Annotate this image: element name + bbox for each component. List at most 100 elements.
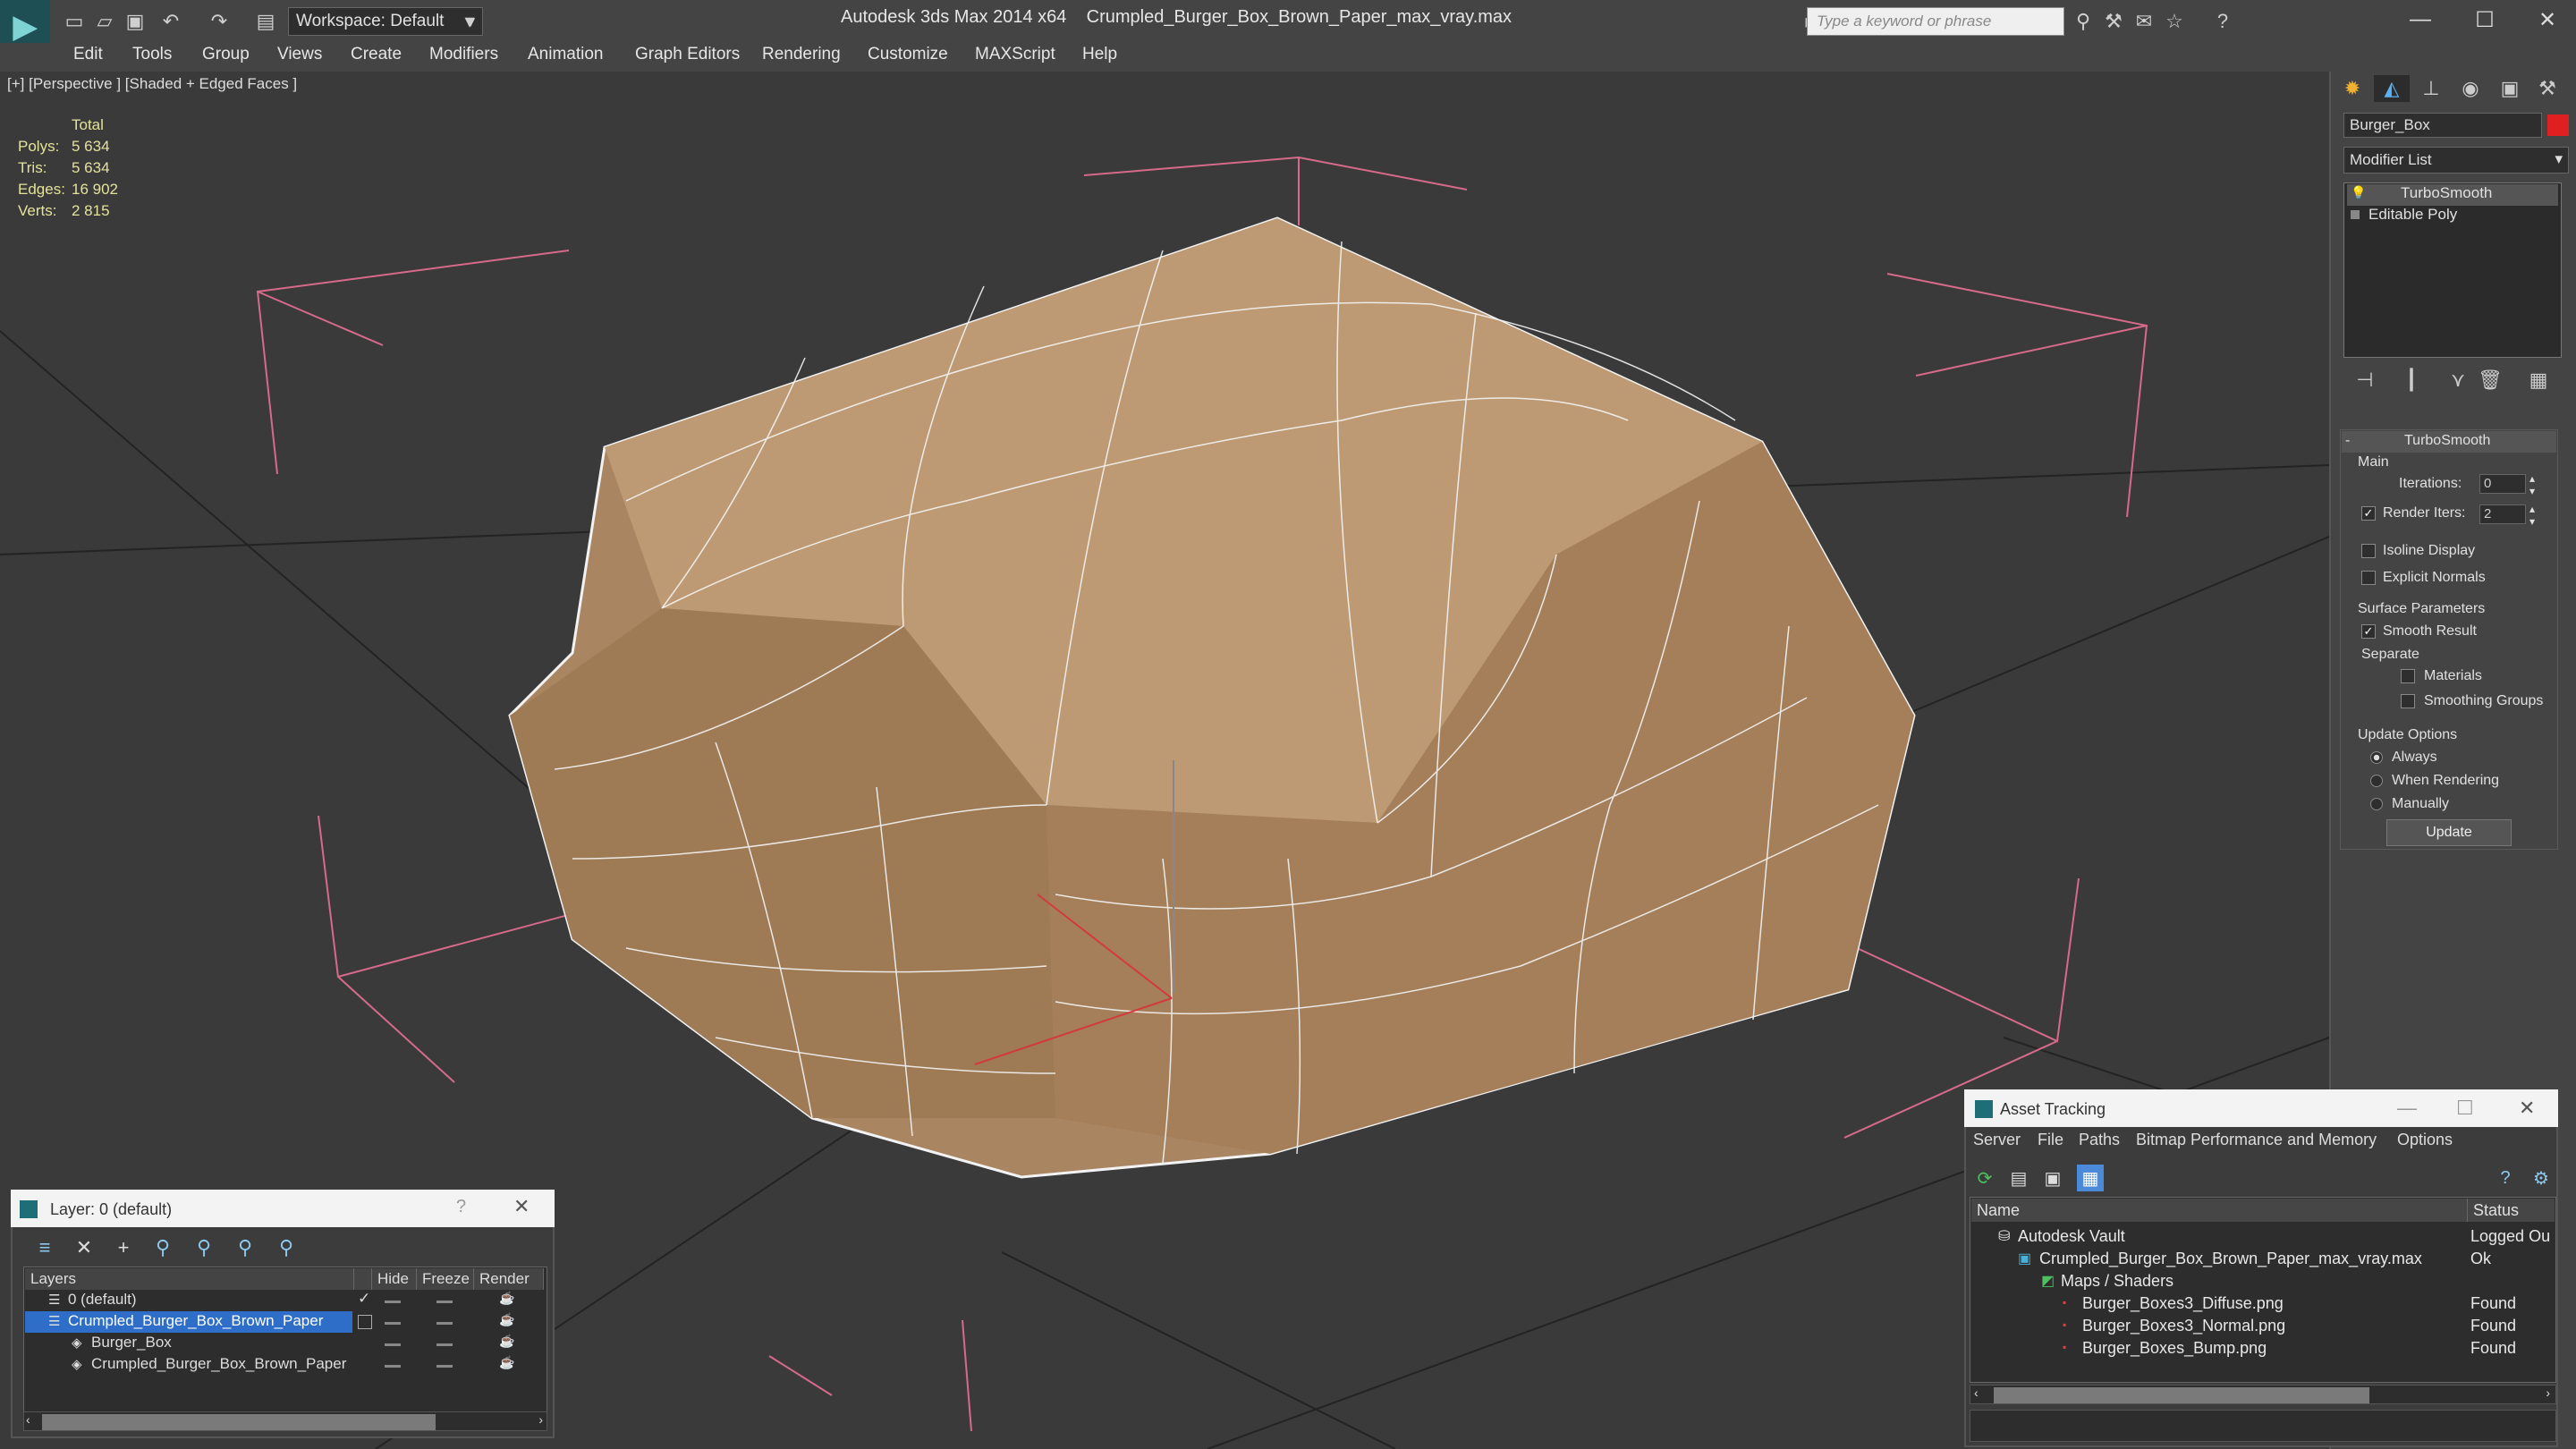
render-teapot-icon[interactable]: ☕: [499, 1312, 514, 1327]
active-layer-box[interactable]: [358, 1315, 372, 1329]
favorites-star-icon[interactable]: ☆: [2163, 10, 2186, 32]
scroll-left-icon[interactable]: ‹: [1974, 1385, 1979, 1400]
menu-maxscript[interactable]: MAXScript: [975, 45, 1055, 64]
subscription-icon[interactable]: ⚒: [2102, 10, 2125, 32]
column-header-status[interactable]: Status: [2467, 1199, 2555, 1222]
spinner-arrows-icon[interactable]: ▴ ▾: [2529, 503, 2535, 528]
minimize-icon[interactable]: —: [2397, 1097, 2417, 1120]
iterations-spinner[interactable]: 0: [2479, 474, 2526, 494]
menu-graph-editors[interactable]: Graph Editors: [635, 45, 740, 64]
motion-tab-icon[interactable]: ◉: [2453, 75, 2488, 102]
hierarchy-tab-icon[interactable]: ⊥: [2413, 75, 2449, 102]
binoculars-icon[interactable]: ⚲: [2072, 10, 2095, 32]
freeze-toggle[interactable]: [436, 1301, 453, 1303]
scrollbar-thumb[interactable]: [1994, 1387, 2369, 1403]
help-icon[interactable]: ?: [2211, 10, 2234, 32]
dropdown-arrow-icon[interactable]: ▾: [458, 10, 481, 32]
maximize-icon[interactable]: ☐: [2458, 2, 2512, 38]
highlight-layer-icon[interactable]: ⚲: [188, 1234, 220, 1261]
communication-icon[interactable]: ✉: [2132, 10, 2156, 32]
menu-rendering[interactable]: Rendering: [762, 45, 841, 64]
asset-row[interactable]: ▣ Crumpled_Burger_Box_Brown_Paper_max_vr…: [1971, 1250, 2555, 1272]
active-layer-check-icon[interactable]: ✓: [358, 1290, 370, 1308]
help-icon[interactable]: ?: [2492, 1165, 2519, 1191]
hide-toggle[interactable]: [385, 1365, 401, 1368]
spinner-arrows-icon[interactable]: ▴ ▾: [2529, 472, 2535, 497]
manually-radio[interactable]: [2370, 798, 2383, 810]
undo-icon[interactable]: ↶: [159, 10, 182, 32]
configure-sets-icon[interactable]: ▦: [2521, 367, 2556, 394]
redo-icon[interactable]: ↷: [208, 10, 231, 32]
column-header-name[interactable]: Name: [1971, 1199, 2467, 1222]
delete-layer-icon[interactable]: ✕: [68, 1234, 100, 1261]
menu-tools[interactable]: Tools: [132, 45, 172, 64]
settings-icon[interactable]: ⚙: [2528, 1165, 2555, 1191]
menu-animation[interactable]: Animation: [528, 45, 604, 64]
menu-modifiers[interactable]: Modifiers: [429, 45, 498, 64]
hide-toggle[interactable]: [385, 1343, 401, 1346]
asset-horizontal-scrollbar[interactable]: ‹ ›: [1970, 1385, 2556, 1404]
asset-row[interactable]: ▪ Burger_Boxes3_Diffuse.png Found: [1971, 1294, 2555, 1317]
layer-row[interactable]: ◈ Burger_Box ☕: [25, 1333, 546, 1354]
close-icon[interactable]: ✕: [2519, 1097, 2535, 1120]
layer-row[interactable]: ☰ 0 (default) ✓ ☕: [25, 1290, 546, 1311]
asset-menu-bitmap-performance[interactable]: Bitmap Performance and Memory: [2136, 1131, 2377, 1149]
minimize-icon[interactable]: —: [2394, 2, 2447, 38]
utilities-tab-icon[interactable]: ⚒: [2529, 75, 2565, 102]
menu-edit[interactable]: Edit: [73, 45, 103, 64]
create-layer-icon[interactable]: ≡: [29, 1234, 61, 1261]
list-view-icon[interactable]: ▤: [2005, 1165, 2032, 1191]
render-teapot-icon[interactable]: ☕: [499, 1291, 514, 1306]
make-unique-icon[interactable]: ⋎: [2440, 367, 2476, 394]
freeze-all-icon[interactable]: ⚲: [270, 1234, 302, 1261]
select-objects-icon[interactable]: ⚲: [147, 1234, 179, 1261]
stack-item-editable-poly[interactable]: Editable Poly: [2347, 206, 2558, 227]
scroll-right-icon[interactable]: ›: [538, 1412, 543, 1427]
asset-path-field[interactable]: [1970, 1410, 2556, 1442]
explicit-normals-checkbox[interactable]: [2361, 571, 2376, 585]
scroll-right-icon[interactable]: ›: [2546, 1385, 2550, 1400]
help-icon[interactable]: ?: [456, 1197, 466, 1217]
menu-help[interactable]: Help: [1082, 45, 1117, 64]
asset-row[interactable]: ▪ Burger_Boxes_Bump.png Found: [1971, 1339, 2555, 1361]
expand-icon[interactable]: [2351, 210, 2360, 219]
open-file-icon[interactable]: ▱: [93, 10, 116, 32]
scroll-left-icon[interactable]: ‹: [26, 1412, 30, 1427]
asset-menu-options[interactable]: Options: [2397, 1131, 2453, 1149]
freeze-toggle[interactable]: [436, 1343, 453, 1346]
asset-menu-file[interactable]: File: [2038, 1131, 2063, 1149]
close-icon[interactable]: ✕: [2521, 2, 2574, 38]
search-input[interactable]: Type a keyword or phrase: [1807, 7, 2064, 36]
smoothing-groups-checkbox[interactable]: [2401, 694, 2415, 708]
render-iters-checkbox[interactable]: ✓: [2361, 506, 2376, 521]
object-name-field[interactable]: Burger_Box: [2343, 113, 2542, 138]
workspace-dropdown[interactable]: Workspace: Default ▾: [288, 7, 483, 36]
show-end-result-icon[interactable]: ┃: [2394, 367, 2429, 394]
hide-toggle[interactable]: [385, 1322, 401, 1325]
layer-row[interactable]: ◈ Crumpled_Burger_Box_Brown_Paper ☕: [25, 1354, 546, 1376]
display-tab-icon[interactable]: ▣: [2492, 75, 2528, 102]
pin-stack-icon[interactable]: ⊣: [2347, 367, 2383, 394]
column-header-layers[interactable]: Layers: [25, 1268, 354, 1290]
when-rendering-radio[interactable]: [2370, 775, 2383, 787]
lightbulb-icon[interactable]: 💡: [2351, 185, 2366, 200]
freeze-toggle[interactable]: [436, 1322, 453, 1325]
remove-modifier-icon[interactable]: 🗑: [2472, 367, 2508, 394]
always-radio[interactable]: [2370, 751, 2383, 764]
save-icon[interactable]: ▣: [123, 10, 147, 32]
refresh-icon[interactable]: ⟳: [1971, 1165, 1998, 1191]
column-header-render[interactable]: Render: [474, 1268, 544, 1290]
asset-menu-server[interactable]: Server: [1973, 1131, 2021, 1149]
viewport-label[interactable]: [+] [Perspective ] [Shaded + Edged Faces…: [7, 75, 297, 93]
update-button[interactable]: Update: [2386, 819, 2512, 846]
details-view-icon[interactable]: ▣: [2039, 1165, 2066, 1191]
new-file-icon[interactable]: ▭: [63, 10, 86, 32]
asset-menu-paths[interactable]: Paths: [2079, 1131, 2120, 1149]
modifier-list-dropdown[interactable]: Modifier List ▾: [2343, 147, 2569, 174]
modify-tab-icon[interactable]: ◭: [2374, 75, 2410, 102]
render-teapot-icon[interactable]: ☕: [499, 1355, 514, 1370]
column-header-freeze[interactable]: Freeze: [417, 1268, 474, 1290]
maximize-icon[interactable]: ☐: [2456, 1097, 2474, 1120]
menu-customize[interactable]: Customize: [868, 45, 948, 64]
render-teapot-icon[interactable]: ☕: [499, 1334, 514, 1349]
